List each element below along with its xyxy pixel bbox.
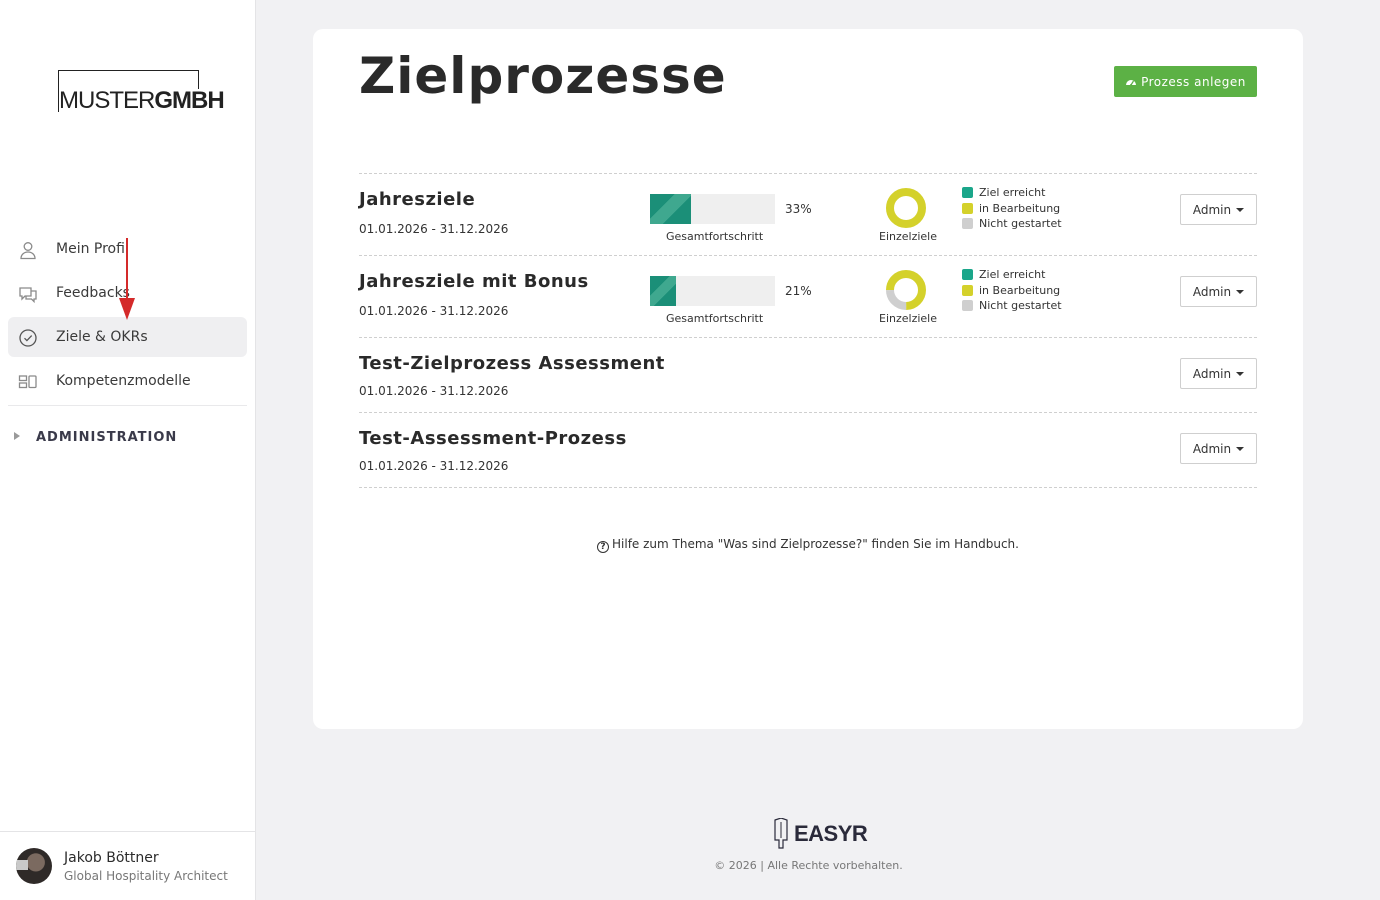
caret-down-icon [1236,446,1245,451]
caret-right-icon [14,432,20,440]
annotation-arrow-line [126,238,128,300]
progress-label: Gesamtfortschritt [666,312,764,325]
progress-percent: 21% [785,284,812,298]
process-date: 01.01.2026 - 31.12.2026 [359,304,509,318]
admin-button-label: Admin [1192,202,1232,217]
legend-item: in Bearbeitung [962,283,1062,299]
legend-item: Nicht gestartet [962,216,1062,232]
legend-item: in Bearbeitung [962,201,1062,217]
question-circle-icon: ? [597,541,610,553]
main-card: Zielprozesse Prozess anlegen Jahresziele… [313,29,1303,729]
process-list: Jahresziele 01.01.2026 - 31.12.2026 33% … [359,173,1257,488]
progress-bar [650,276,775,306]
legend-label: Nicht gestartet [979,217,1062,231]
admin-button-label: Admin [1192,284,1232,299]
logo-text: MUSTERGMBH [59,89,226,113]
create-process-button[interactable]: Prozess anlegen [1114,66,1257,97]
company-logo[interactable]: MUSTERGMBH [58,70,226,113]
legend-swatch-reached [962,187,973,199]
easyr-logo-icon [774,818,788,849]
process-row-test-zielprozess: Test-Zielprozess Assessment 01.01.2026 -… [359,338,1257,413]
donut-segment-in-progress [886,188,926,228]
check-circle-icon [19,329,37,347]
process-date: 01.01.2026 - 31.12.2026 [359,459,509,473]
progress-percent: 33% [785,202,812,216]
sidebar: MUSTERGMBH Mein Profil Feedbacks Ziele &… [0,0,256,900]
admin-dropdown-button[interactable]: Admin [1180,276,1257,307]
chat-icon [19,287,37,304]
sidebar-item-ziele-okrs[interactable]: Ziele & OKRs [8,317,247,357]
process-title[interactable]: Jahresziele [359,189,475,210]
legend-swatch-reached [962,269,973,281]
caret-down-icon [1236,289,1245,294]
admin-dropdown-button[interactable]: Admin [1180,358,1257,389]
goals-donut-chart [886,270,926,310]
legend-item: Nicht gestartet [962,298,1062,314]
legend-label: Ziel erreicht [979,268,1046,282]
progress-label: Gesamtfortschritt [666,230,764,243]
help-link[interactable]: ? Hilfe zum Thema "Was sind Zielprozesse?… [597,537,1019,553]
sidebar-item-label: Kompetenzmodelle [56,373,191,389]
progress-fill [650,194,692,224]
help-hint: ? Hilfe zum Thema "Was sind Zielprozesse?… [313,537,1303,553]
page-title: Zielprozesse [359,47,727,105]
status-legend: Ziel erreicht in Bearbeitung Nicht gesta… [962,267,1062,314]
footer-copyright: © 2026 | Alle Rechte vorbehalten. [714,859,903,872]
admin-dropdown-button[interactable]: Admin [1180,194,1257,225]
admin-dropdown-button[interactable]: Admin [1180,433,1257,464]
create-process-label: Prozess anlegen [1141,74,1246,89]
progress-fill [650,276,677,306]
legend-label: in Bearbeitung [979,283,1061,297]
logo-text-light: MUSTER [59,87,155,114]
annotation-arrow-head [119,298,135,320]
caret-down-icon [1236,371,1245,376]
legend-swatch-in-progress [962,284,973,296]
modules-icon [18,375,37,389]
process-date: 01.01.2026 - 31.12.2026 [359,222,509,236]
logo-text-bold: GMBH [154,87,224,114]
process-title[interactable]: Jahresziele mit Bonus [359,271,589,292]
easyr-logo-text: EASYR [794,821,868,846]
administration-toggle[interactable]: ADMINISTRATION [8,426,247,450]
legend-item: Ziel erreicht [962,185,1062,201]
donut-label: Einzelziele [879,312,937,325]
nav-divider [8,405,247,406]
legend-label: Nicht gestartet [979,299,1062,313]
donut-label: Einzelziele [879,230,937,243]
admin-button-label: Admin [1192,366,1232,381]
legend-swatch-in-progress [962,202,973,214]
help-text: Hilfe zum Thema "Was sind Zielprozesse?"… [612,537,1019,551]
progress-bar [650,194,775,224]
administration-label: ADMINISTRATION [36,430,178,445]
legend-label: in Bearbeitung [979,201,1061,215]
legend-swatch-not-started [962,218,973,230]
sidebar-item-label: Mein Profil [56,241,129,257]
process-title[interactable]: Test-Zielprozess Assessment [359,353,665,374]
process-row-jahresziele: Jahresziele 01.01.2026 - 31.12.2026 33% … [359,174,1257,256]
user-icon [20,242,36,260]
process-row-test-assessment: Test-Assessment-Prozess 01.01.2026 - 31.… [359,413,1257,488]
dashboard-icon [1126,79,1137,86]
process-title[interactable]: Test-Assessment-Prozess [359,428,627,449]
process-row-jahresziele-bonus: Jahresziele mit Bonus 01.01.2026 - 31.12… [359,256,1257,338]
sidebar-item-kompetenzmodelle[interactable]: Kompetenzmodelle [8,361,247,401]
goals-donut-chart [886,188,926,228]
admin-button-label: Admin [1192,441,1232,456]
legend-swatch-not-started [962,300,973,312]
caret-down-icon [1236,207,1245,212]
status-legend: Ziel erreicht in Bearbeitung Nicht gesta… [962,185,1062,232]
legend-item: Ziel erreicht [962,267,1062,283]
sidebar-item-label: Ziele & OKRs [56,329,148,345]
legend-label: Ziel erreicht [979,186,1046,200]
easyr-logo[interactable]: EASYR [772,818,868,850]
process-date: 01.01.2026 - 31.12.2026 [359,384,509,398]
